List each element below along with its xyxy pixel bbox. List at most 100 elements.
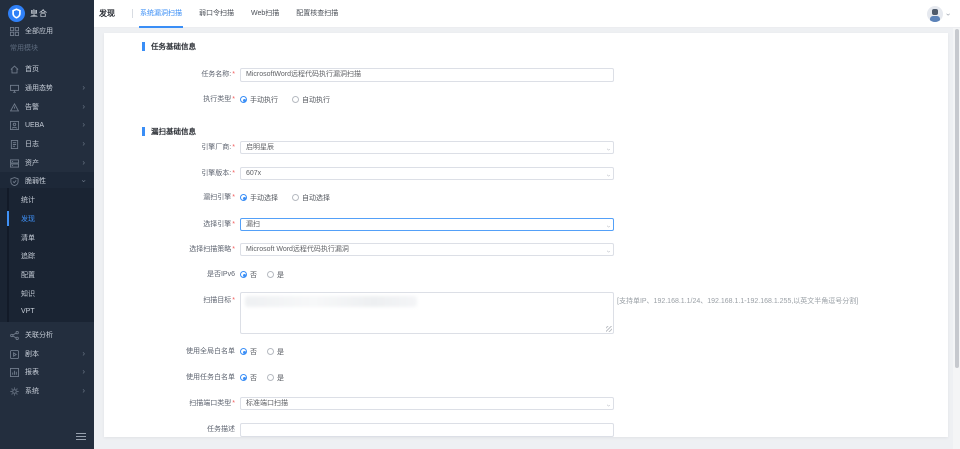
- section-accent-bar: [142, 127, 145, 136]
- submenu-item-statistics[interactable]: 统计: [0, 190, 94, 209]
- radio-icon: [240, 374, 247, 381]
- sidebar-item-all-apps[interactable]: 全部应用: [0, 22, 94, 40]
- radio-task-whitelist-yes[interactable]: 是: [267, 373, 284, 383]
- engine-vendor-select[interactable]: 启明星辰: [240, 141, 614, 154]
- submenu-item-config[interactable]: 配置: [0, 265, 94, 284]
- submenu-item-inventory[interactable]: 清单: [0, 228, 94, 247]
- scrollbar-track[interactable]: [953, 28, 960, 449]
- radio-ipv6-yes[interactable]: 是: [267, 270, 284, 280]
- scrollbar-thumb[interactable]: [955, 29, 959, 368]
- radio-global-whitelist-yes[interactable]: 是: [267, 347, 284, 357]
- sidebar-item-situation[interactable]: 通用态势: [0, 79, 94, 97]
- tab-label: 配置核查扫描: [296, 8, 338, 18]
- main-content: 任务基础信息 任务名称:* MicrosoftWord远程代码执行漏洞扫描 执行…: [94, 28, 960, 449]
- radio-icon: [240, 271, 247, 278]
- field-label: 是否IPv6: [104, 268, 235, 281]
- radio-icon: [240, 194, 247, 201]
- avatar[interactable]: [927, 6, 943, 22]
- tab-config-check-scan[interactable]: 配置核查扫描: [295, 0, 339, 28]
- tab-label: Web扫描: [251, 8, 279, 18]
- task-desc-input[interactable]: [240, 423, 614, 437]
- scan-policy-select[interactable]: Microsoft Word远程代码执行漏洞: [240, 243, 614, 256]
- sidebar-item-home[interactable]: 首页: [0, 60, 94, 78]
- submenu-item-label: 统计: [21, 195, 35, 205]
- sidebar-item-label: 系统: [25, 386, 39, 396]
- submenu-item-label: 清单: [21, 233, 35, 243]
- grid-icon: [10, 27, 19, 36]
- submenu-item-tracking[interactable]: 追踪: [0, 246, 94, 265]
- radio-label: 手动执行: [250, 95, 278, 105]
- sidebar-section-label: 常用模块: [10, 41, 94, 55]
- chevron-down-icon: [602, 225, 613, 227]
- radio-icon: [240, 348, 247, 355]
- field-label: 扫描端口类型*: [104, 397, 235, 410]
- sidebar-item-reports[interactable]: 报表: [0, 363, 94, 381]
- chevron-right-icon: [82, 387, 85, 395]
- sidebar-item-alerts[interactable]: 告警: [0, 98, 94, 116]
- port-type-select[interactable]: 标准端口扫描: [240, 397, 614, 410]
- chevron-down-icon: [944, 13, 953, 16]
- radio-ipv6-no[interactable]: 否: [240, 270, 257, 280]
- chevron-right-icon: [82, 159, 85, 167]
- submenu-item-label: 配置: [21, 270, 35, 280]
- tab-weak-password-scan[interactable]: 弱口令扫描: [198, 0, 235, 28]
- tab-system-vuln-scan[interactable]: 系统漏洞扫描: [139, 0, 183, 28]
- radio-manual-exec[interactable]: 手动执行: [240, 95, 278, 105]
- radio-label: 自动执行: [302, 95, 330, 105]
- field-label: 引擎厂商:*: [104, 141, 235, 154]
- sidebar-item-label: 告警: [25, 102, 39, 112]
- chevron-right-icon: [82, 121, 85, 129]
- play-icon: [10, 350, 19, 359]
- radio-global-whitelist-no[interactable]: 否: [240, 347, 257, 357]
- scan-target-hint: [支持单IP、192.168.1.1/24、192.168.1.1-192.16…: [617, 296, 858, 306]
- submenu-item-vpt[interactable]: VPT: [0, 302, 94, 321]
- sidebar-item-ueba[interactable]: UEBA: [0, 116, 94, 134]
- scan-target-textarea[interactable]: [240, 292, 614, 334]
- monitor-icon: [10, 84, 19, 93]
- server-icon: [10, 159, 19, 168]
- task-name-input[interactable]: MicrosoftWord远程代码执行漏洞扫描: [240, 68, 614, 82]
- shield-logo-icon: [8, 5, 25, 22]
- submenu-item-label: 追踪: [21, 251, 35, 261]
- sidebar: 皇合 全部应用 常用模块 首页 通用态势: [0, 0, 94, 449]
- engine-version-select[interactable]: 607x: [240, 167, 614, 180]
- user-box-icon: [10, 121, 19, 130]
- sidebar-item-playbook[interactable]: 剧本: [0, 345, 94, 363]
- network-icon: [10, 331, 19, 340]
- select-value: 漏扫: [246, 221, 260, 228]
- sidebar-item-logs[interactable]: 日志: [0, 135, 94, 153]
- radio-label: 是: [277, 347, 284, 357]
- radio-auto-exec[interactable]: 自动执行: [292, 95, 330, 105]
- section-scan-basic-info: 漏扫基础信息: [142, 126, 196, 136]
- field-label: 执行类型*: [104, 93, 235, 106]
- field-label: 选择引擎*: [104, 218, 235, 231]
- gear-icon: [10, 387, 19, 396]
- sidebar-item-assets[interactable]: 资产: [0, 154, 94, 172]
- home-icon: [10, 65, 19, 74]
- redacted-content: [245, 296, 417, 307]
- resize-handle[interactable]: [606, 326, 612, 332]
- bar-chart-icon: [10, 368, 19, 377]
- radio-label: 否: [250, 270, 257, 280]
- radio-auto-select[interactable]: 自动选择: [292, 193, 330, 203]
- radio-icon: [267, 374, 274, 381]
- chevron-down-icon: [602, 148, 613, 150]
- sidebar-item-system[interactable]: 系统: [0, 382, 94, 400]
- tab-web-scan[interactable]: Web扫描: [250, 0, 280, 28]
- submenu-item-discovery[interactable]: 发现: [0, 209, 94, 228]
- select-engine-select[interactable]: 漏扫: [240, 218, 614, 231]
- radio-manual-select[interactable]: 手动选择: [240, 193, 278, 203]
- user-menu[interactable]: [927, 0, 950, 28]
- submenu-item-label: 知识: [21, 289, 35, 299]
- sidebar-item-correlation[interactable]: 关联分析: [0, 326, 94, 344]
- section-accent-bar: [142, 42, 145, 51]
- task-form-card: 任务基础信息 任务名称:* MicrosoftWord远程代码执行漏洞扫描 执行…: [104, 33, 948, 437]
- sidebar-collapse-icon[interactable]: [76, 431, 86, 439]
- select-value: 标准端口扫描: [246, 400, 288, 407]
- radio-task-whitelist-no[interactable]: 否: [240, 373, 257, 383]
- submenu-item-knowledge[interactable]: 知识: [0, 284, 94, 303]
- field-label: 使用全局白名单: [104, 345, 235, 358]
- top-bar: 发现 系统漏洞扫描 弱口令扫描 Web扫描 配置核查扫描: [94, 0, 960, 28]
- sidebar-item-label: 脆弱性: [25, 176, 46, 186]
- sidebar-item-label: 报表: [25, 367, 39, 377]
